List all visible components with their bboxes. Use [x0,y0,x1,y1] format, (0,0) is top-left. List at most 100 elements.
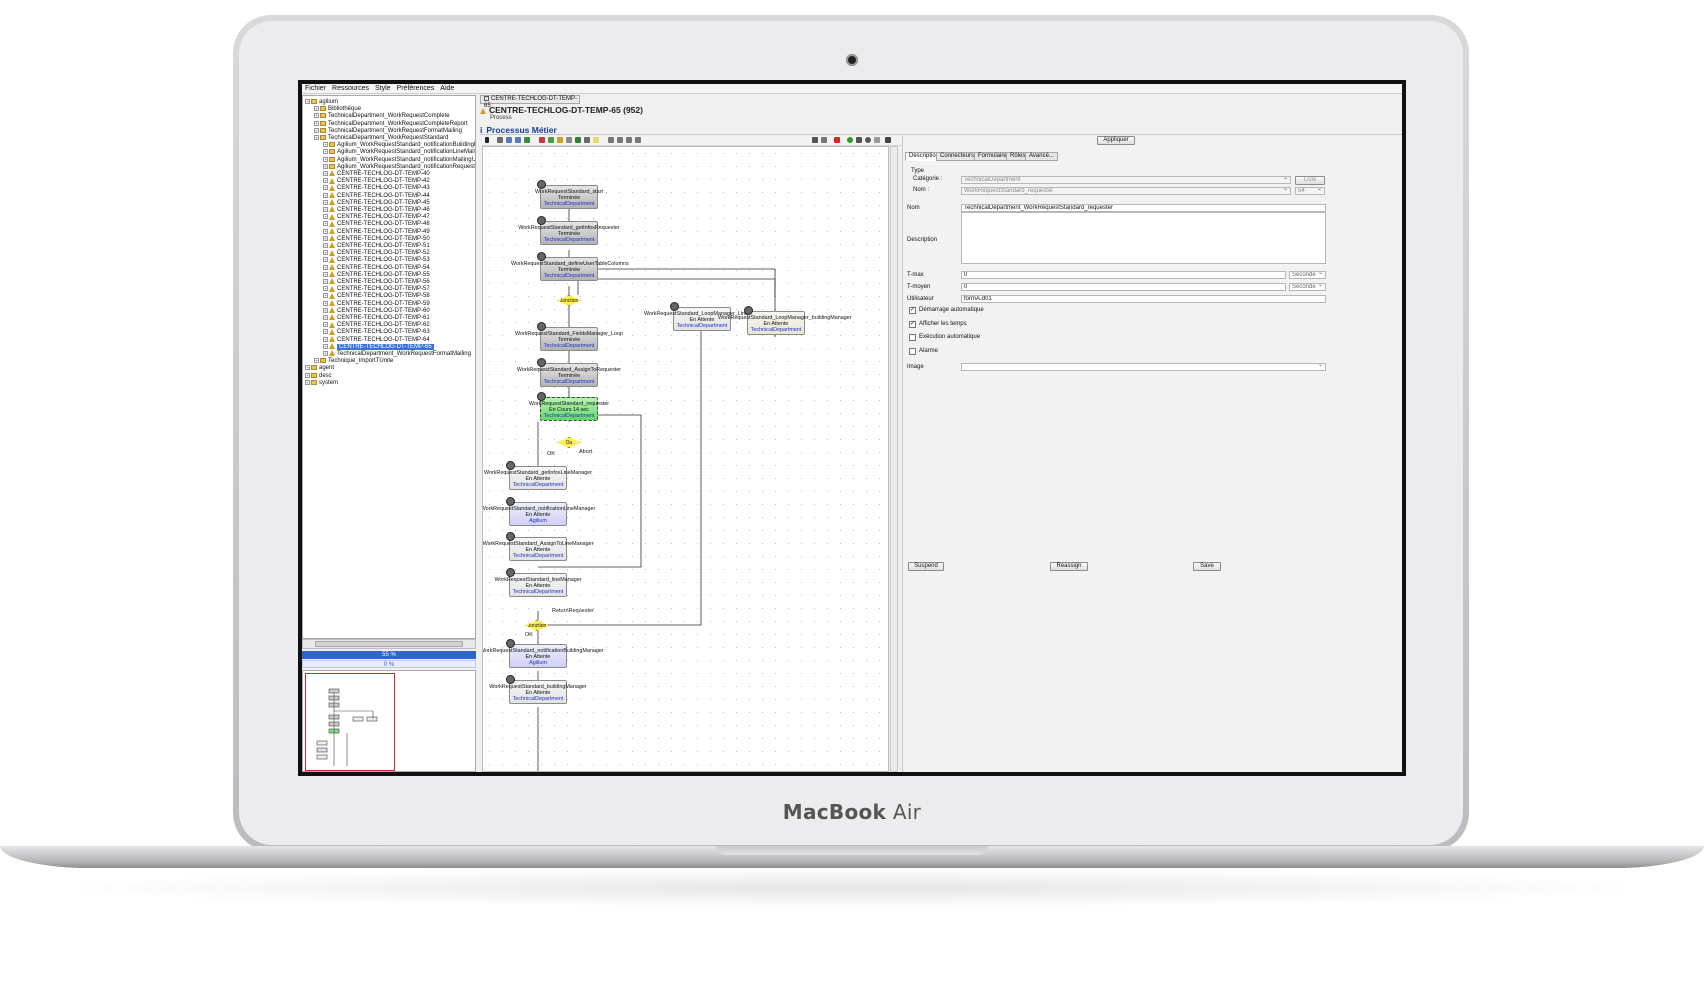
menu-style[interactable]: Style [372,84,394,92]
expand-icon[interactable]: + [314,113,319,119]
add-start-icon[interactable] [548,137,554,143]
name-number-select[interactable]: 54 [1295,187,1325,195]
expand-icon[interactable]: + [305,365,310,371]
expand-icon[interactable]: + [323,278,328,284]
edit-icon[interactable] [856,137,862,143]
tmoyen-input[interactable]: 0 [961,283,1286,291]
option-checkbox[interactable] [909,347,916,355]
add-subprocess-icon[interactable] [566,137,572,143]
expand-icon[interactable]: + [323,322,328,328]
expand-icon[interactable]: + [323,235,328,241]
list-button[interactable]: Liste [1295,176,1325,185]
expand-icon[interactable]: + [314,120,319,126]
expand-icon[interactable]: + [314,358,319,364]
cut-icon[interactable] [626,137,632,143]
apply-button[interactable]: Appliquer [1097,136,1135,145]
tree-item[interactable]: + system [305,379,338,387]
scrollbar-thumb[interactable] [315,641,463,647]
grid-icon[interactable] [874,137,880,143]
delete-icon[interactable] [834,137,840,143]
expand-icon[interactable]: + [323,199,328,205]
redo-icon[interactable] [617,137,623,143]
run-icon[interactable] [847,137,853,143]
option-checkbox[interactable]: ✓ [909,307,916,314]
tree-horizontal-scrollbar[interactable] [302,639,476,649]
process-node[interactable]: WorkRequestStandard_FieldsManager_Loop Te… [515,322,623,351]
expand-icon[interactable]: + [323,329,328,335]
user-input[interactable]: formA.d01 [961,295,1326,303]
canvas-vertical-scrollbar[interactable] [890,146,898,772]
add-gateway-icon[interactable] [539,137,545,143]
expand-icon[interactable]: + [323,286,328,292]
expand-icon[interactable]: + [323,343,328,349]
process-node[interactable]: WorkRequestStandard_notificationLineMana… [483,497,595,526]
process-node[interactable]: WorkRequestStandard_AssignToLineManager E… [483,532,593,561]
expand-icon[interactable]: + [323,250,328,256]
expand-icon[interactable]: + [305,372,310,378]
expand-icon[interactable]: + [323,271,328,277]
category-select[interactable]: TechnicalDepartment [961,176,1291,184]
expand-icon[interactable]: + [305,98,310,104]
save-button[interactable]: Save [1193,562,1221,571]
copy-icon[interactable] [635,137,641,143]
close-tab-icon[interactable] [484,96,489,101]
process-node[interactable]: WorkRequestStandard_start Terminée Technic… [535,180,603,209]
expand-icon[interactable]: + [323,170,328,176]
expand-icon[interactable]: + [323,336,328,342]
export-icon[interactable] [821,137,827,143]
process-canvas[interactable]: WorkRequestStandard_start Terminée Technic… [482,146,889,772]
expand-icon[interactable]: + [323,156,328,162]
menu-ressources[interactable]: Ressources [329,84,372,92]
expand-icon[interactable]: + [323,178,328,184]
expand-icon[interactable]: + [323,228,328,234]
add-task-icon[interactable] [524,137,530,143]
expand-icon[interactable]: + [323,163,328,169]
expand-icon[interactable]: + [314,134,319,140]
expand-icon[interactable]: + [323,307,328,313]
layout-icon[interactable] [584,137,590,143]
undo-icon[interactable] [608,137,614,143]
expand-icon[interactable]: + [323,214,328,220]
expand-icon[interactable]: + [314,127,319,133]
expand-icon[interactable]: + [323,314,328,320]
link-tool-icon[interactable] [506,137,512,143]
process-node[interactable]: WorkRequestStandard_lineManager En Attent… [494,568,582,597]
expand-icon[interactable]: + [323,300,328,306]
tab-avance[interactable]: Avancé... [1025,152,1058,161]
expand-icon[interactable]: + [323,192,328,198]
process-node[interactable]: WorkRequestStandard_AssignToRequester Ter… [517,358,621,387]
process-node[interactable]: WorkRequestStandard_buildingManager En At… [489,675,587,704]
expand-icon[interactable]: + [323,221,328,227]
note-icon[interactable] [593,137,599,143]
menu-preferences[interactable]: Préférences [394,84,438,92]
save-icon[interactable] [885,137,891,143]
expand-icon[interactable]: + [323,350,328,356]
document-tab[interactable]: CENTRE-TECHLOG-DT-TEMP-65 [480,95,580,109]
option-checkbox[interactable]: ✓ [909,320,916,328]
expand-icon[interactable]: + [323,242,328,248]
option-checkbox[interactable] [909,334,916,341]
description-textarea[interactable] [961,212,1326,264]
process-node[interactable]: WorkRequestStandard_defineUserTableColum… [511,252,629,281]
expand-icon[interactable]: + [305,379,310,385]
search-icon[interactable] [865,137,871,143]
expand-icon[interactable]: + [323,142,328,148]
pan-tool-icon[interactable] [515,137,521,143]
menu-fichier[interactable]: Fichier [302,84,329,92]
expand-icon[interactable]: + [323,206,328,212]
process-node[interactable]: WorkRequestStandard_notificationBuilding… [483,639,604,668]
tmax-unit-select[interactable]: Seconde [1289,271,1326,279]
expand-icon[interactable]: + [323,293,328,299]
nom-input[interactable]: TechnicalDepartment_WorkRequestStandard_… [961,204,1326,212]
expand-icon[interactable]: + [323,185,328,191]
resource-tree[interactable]: + agilium + Bibliothèque + TechnicalDepartmen… [302,95,476,639]
zoom-tool-icon[interactable] [497,137,503,143]
tab-connecteurs[interactable]: Connecteurs [936,152,979,161]
process-node[interactable]: WorkRequestStandard_LoopManager_building… [718,306,852,335]
reassign-button[interactable]: Reassign [1050,562,1088,571]
select-tool-icon[interactable] [485,137,489,143]
suspend-button[interactable]: Suspend [908,562,944,571]
filter-icon[interactable] [575,137,581,143]
tmax-input[interactable]: 0 [961,271,1286,279]
process-node[interactable]: WorkRequestStandard_requester En Cours 14… [529,392,609,421]
